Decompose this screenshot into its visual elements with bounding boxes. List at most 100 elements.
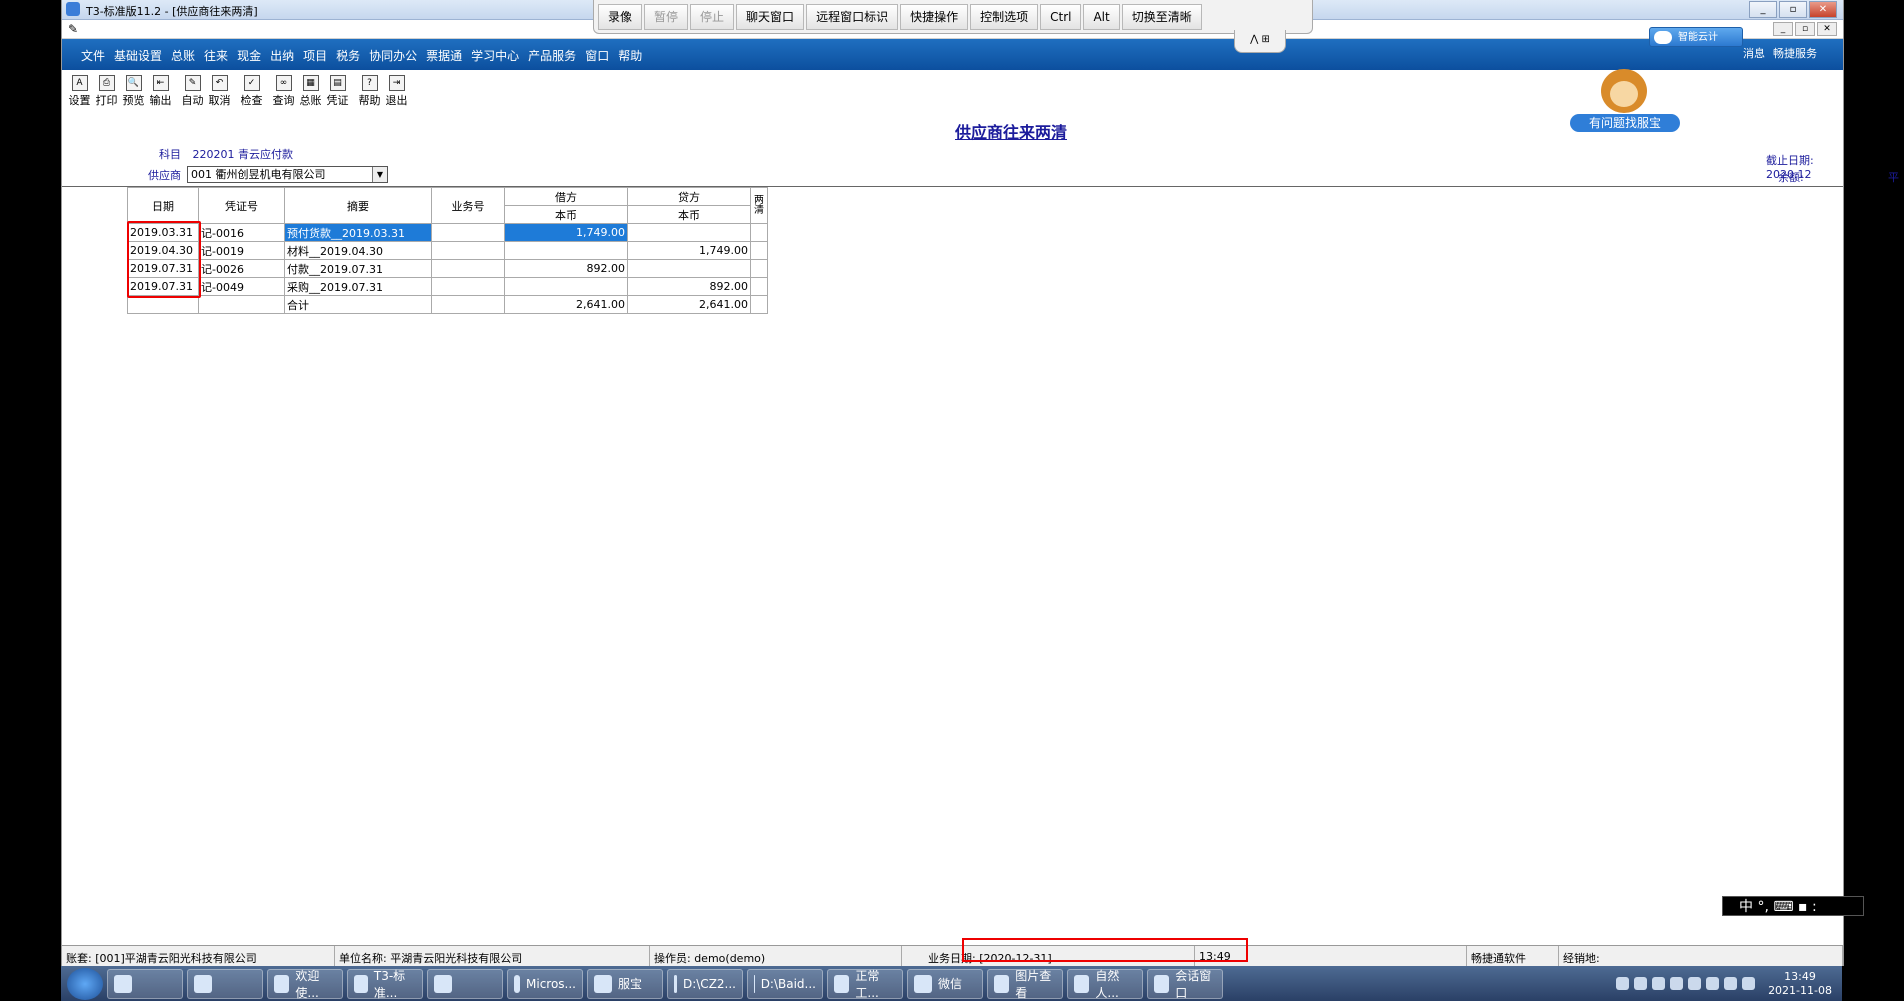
taskbar-task[interactable]: 图片查看 [987,968,1063,1000]
mdi-close-button[interactable]: ✕ [1817,22,1837,36]
taskbar-task[interactable]: 服宝 [587,968,663,999]
cell-credit[interactable]: 1,749.00 [627,241,751,260]
cell-business[interactable] [431,241,505,260]
cell-summary[interactable]: 预付货款__2019.03.31 [284,223,432,242]
table-row[interactable]: 2019.03.31 记-0016 预付货款__2019.03.31 1,749.00 [127,223,768,242]
col-cleared[interactable]: 两清 [750,187,768,224]
menu-item[interactable]: 文件 [80,47,106,64]
taskbar-task[interactable]: 正常工... [827,968,903,1000]
mdi-restore-button[interactable]: ▫ [1795,22,1815,36]
toolbar-button[interactable]: 🔍 预览 [120,73,147,109]
cell-summary[interactable]: 采购__2019.07.31 [284,277,432,296]
tray-icon[interactable] [1670,977,1684,990]
remote-button[interactable]: Alt [1083,4,1120,30]
cell-cleared[interactable] [750,277,768,296]
tray-icon[interactable] [1706,977,1720,990]
taskbar-task[interactable] [107,968,183,999]
menu-item[interactable]: 现金 [236,47,262,64]
toolbar-button[interactable]: ⎙ 打印 [93,73,120,109]
menu-item[interactable]: 税务 [335,47,361,64]
messages-link[interactable]: 消息 [1743,45,1765,61]
toolbar-button[interactable]: ? 帮助 [356,73,383,109]
menu-item[interactable]: 出纳 [269,47,295,64]
toolbar-button[interactable]: ✓ 检查 [238,73,265,109]
toolbar-button[interactable]: ⇥ 退出 [383,73,410,109]
tray-icon[interactable] [1652,977,1666,990]
remote-button[interactable]: 切换至清晰 [1121,4,1202,30]
cell-credit[interactable] [627,223,751,242]
windows-start-icon[interactable] [67,967,103,1000]
cloud-button[interactable]: 智能云计 [1649,27,1743,47]
menu-item[interactable]: 往来 [203,47,229,64]
toolbar-button[interactable]: ✎ 自动 [179,73,206,109]
col-credit[interactable]: 贷方 [627,187,751,206]
menu-item[interactable]: 帮助 [617,47,643,64]
cell-cleared[interactable] [750,259,768,278]
cell-credit[interactable] [627,259,751,278]
remote-button[interactable]: Ctrl [1040,4,1082,30]
table-row[interactable]: 2019.07.31 记-0049 采购__2019.07.31 892.00 [127,277,768,296]
mdi-minimize-button[interactable]: _ [1773,22,1793,36]
taskbar-task[interactable] [427,968,503,999]
cell-debit[interactable] [504,241,628,260]
clock[interactable]: 13:49 2021-11-08 [1768,970,1832,998]
menu-item[interactable]: 基础设置 [113,47,163,64]
tray-icon[interactable] [1634,977,1648,990]
cell-voucher[interactable]: 记-0026 [198,259,285,278]
remote-button[interactable]: 远程窗口标识 [806,4,899,30]
cell-credit[interactable]: 892.00 [627,277,751,296]
network-icon[interactable] [1724,977,1738,990]
cell-summary[interactable]: 付款__2019.07.31 [284,259,432,278]
supplier-select[interactable]: 001 衢州创昱机电有限公司 ▼ [187,166,388,183]
taskbar-task[interactable]: D:\CZ2... [667,968,743,999]
service-mascot[interactable]: 有问题找服宝 [1570,66,1680,134]
cell-debit[interactable] [504,277,628,296]
cell-cleared[interactable] [750,223,768,242]
table-row[interactable]: 2019.04.30 记-0019 材料__2019.04.30 1,749.00 [127,241,768,260]
service-link[interactable]: 畅捷服务 [1773,45,1817,61]
remote-button[interactable]: 暂停 [644,4,689,30]
col-business[interactable]: 业务号 [431,187,505,224]
taskbar-task[interactable]: 会话窗口 [1147,968,1223,1000]
col-date[interactable]: 日期 [127,187,199,224]
cell-voucher[interactable]: 记-0019 [198,241,285,260]
cell-voucher[interactable]: 记-0016 [198,223,285,242]
taskbar-task[interactable]: 欢迎使... [267,968,343,1000]
taskbar-task[interactable]: T3-标准... [347,968,423,1000]
ime-bar[interactable]: 中 °, ⌨ ▪ : [1722,896,1864,916]
cell-business[interactable] [431,277,505,296]
taskbar-task[interactable]: 自然人... [1067,968,1143,1000]
taskbar-task[interactable] [187,968,263,999]
taskbar-task[interactable]: Micros... [507,968,583,999]
remote-button[interactable]: 聊天窗口 [736,4,805,30]
chevron-down-icon[interactable]: ▼ [372,167,387,182]
menu-item[interactable]: 学习中心 [470,47,520,64]
minimize-button[interactable]: _ [1749,1,1777,18]
cell-summary[interactable]: 材料__2019.04.30 [284,241,432,260]
close-button[interactable]: ✕ [1809,1,1837,18]
col-voucher[interactable]: 凭证号 [198,187,285,224]
maximize-button[interactable]: ▫ [1779,1,1807,18]
tray-icon[interactable] [1616,977,1630,990]
remote-button[interactable]: 快捷操作 [900,4,969,30]
cell-business[interactable] [431,223,505,242]
menu-item[interactable]: 窗口 [584,47,610,64]
cell-debit[interactable]: 1,749.00 [504,223,628,242]
toolbar-button[interactable]: ▤ 凭证 [324,73,351,109]
remote-button[interactable]: 停止 [690,4,735,30]
toolbar-button[interactable]: ↶ 取消 [206,73,233,109]
remote-button[interactable]: 录像 [598,4,643,30]
toolbar-button[interactable]: ∞ 查询 [270,73,297,109]
table-row[interactable]: 2019.07.31 记-0026 付款__2019.07.31 892.00 [127,259,768,278]
tray-icon[interactable] [1688,977,1702,990]
cell-business[interactable] [431,259,505,278]
remote-button[interactable]: 控制选项 [970,4,1039,30]
col-summary[interactable]: 摘要 [284,187,432,224]
cell-cleared[interactable] [750,241,768,260]
menu-item[interactable]: 总账 [170,47,196,64]
col-debit[interactable]: 借方 [504,187,628,206]
menu-item[interactable]: 项目 [302,47,328,64]
cell-voucher[interactable]: 记-0049 [198,277,285,296]
remote-collapse-tab[interactable]: ⋀ ⊞ [1234,30,1286,53]
toolbar-button[interactable]: A 设置 [66,73,93,109]
